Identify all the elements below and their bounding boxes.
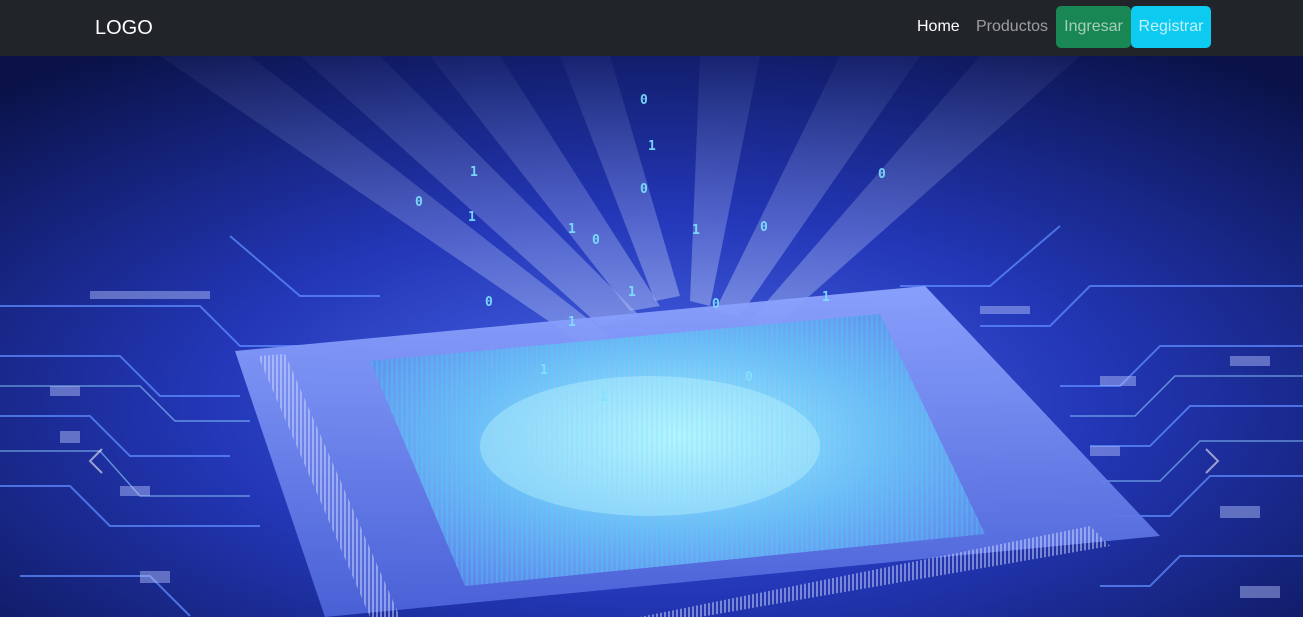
binary-digit: 1 (568, 315, 576, 330)
login-button[interactable]: Ingresar (1056, 6, 1131, 48)
carousel-slide-image: 0 1 0 1 0 1 0 1 0 1 0 0 1 1 0 1 1 0 1 (0, 56, 1303, 617)
binary-digit: 1 (628, 285, 636, 300)
binary-digit: 1 (568, 222, 576, 237)
nav-link-home[interactable]: Home (917, 17, 960, 37)
chevron-left-icon (88, 448, 103, 474)
binary-digit: 1 (822, 290, 830, 305)
binary-digit: 1 (692, 223, 700, 238)
binary-digit: 1 (600, 390, 608, 405)
binary-digit: 0 (745, 370, 753, 385)
brand-logo[interactable]: LOGO (95, 16, 153, 40)
binary-digit: 0 (878, 167, 886, 182)
binary-digit: 1 (648, 139, 656, 154)
binary-digit: 1 (468, 210, 476, 225)
binary-digit: 0 (760, 220, 768, 235)
register-button[interactable]: Registrar (1131, 6, 1211, 48)
binary-digit: 0 (712, 297, 720, 312)
binary-digit: 0 (592, 233, 600, 248)
binary-digit: 0 (415, 195, 423, 210)
binary-digit: 0 (640, 93, 648, 108)
carousel-prev-button[interactable] (82, 441, 112, 481)
carousel-next-button[interactable] (1196, 441, 1226, 481)
binary-digit: 0 (640, 182, 648, 197)
nav-link-productos[interactable]: Productos (976, 17, 1048, 37)
binary-digit: 0 (485, 295, 493, 310)
binary-digit: 1 (470, 165, 478, 180)
binary-digit: 1 (540, 363, 548, 378)
chevron-right-icon (1205, 448, 1220, 474)
top-navbar: LOGO Home Productos Ingresar Registrar (0, 0, 1303, 56)
hero-carousel: 0 1 0 1 0 1 0 1 0 1 0 0 1 1 0 1 1 0 1 (0, 56, 1303, 617)
